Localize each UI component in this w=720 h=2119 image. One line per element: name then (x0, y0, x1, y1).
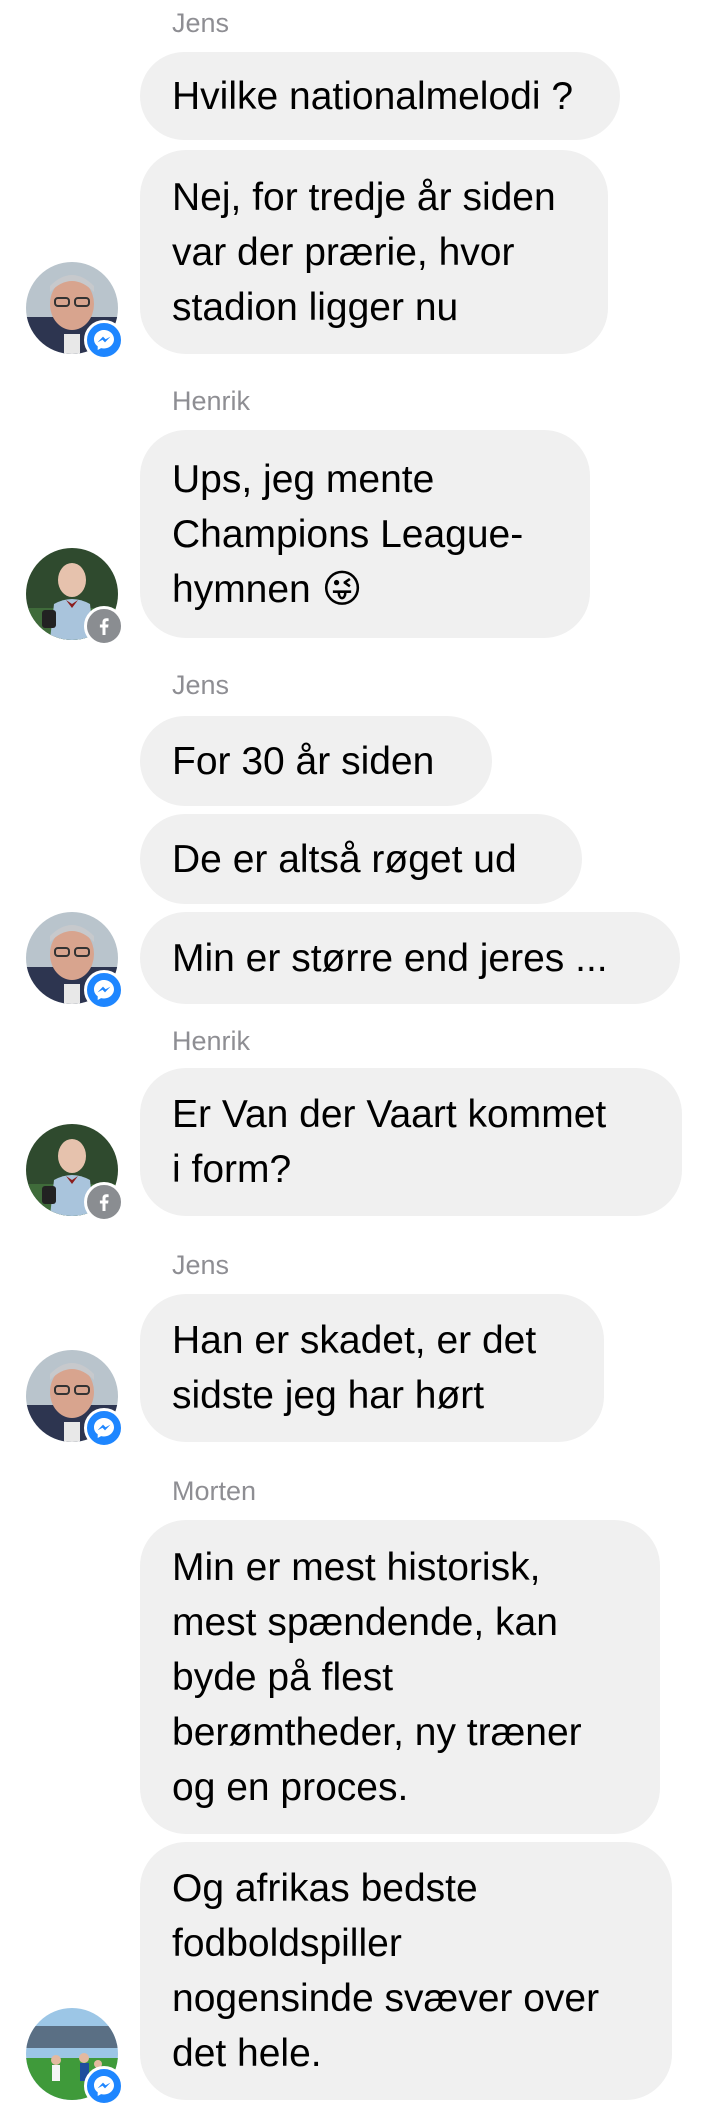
facebook-icon (84, 1182, 124, 1222)
messenger-icon (84, 1408, 124, 1448)
sender-name-morten: Morten (172, 1476, 257, 1506)
avatar-jens[interactable] (26, 912, 124, 1010)
message-bubble[interactable]: Nej, for tredje år siden var der prærie,… (140, 150, 608, 354)
message-bubble[interactable]: For 30 år siden (140, 716, 492, 806)
facebook-icon (84, 606, 124, 646)
sender-name-jens: Jens (172, 8, 230, 38)
message-bubble[interactable]: Min er mest historisk, mest spændende, k… (140, 1520, 660, 1834)
avatar-jens[interactable] (26, 1350, 124, 1448)
message-bubble[interactable]: Er Van der Vaart kommet i form? (140, 1068, 682, 1216)
sender-name-henrik: Henrik (172, 1026, 251, 1056)
message-bubble[interactable]: Han er skadet, er det sidste jeg har hør… (140, 1294, 604, 1442)
message-bubble[interactable]: Min er større end jeres ... (140, 912, 680, 1004)
messenger-icon (84, 2066, 124, 2106)
avatar-henrik[interactable] (26, 1124, 124, 1222)
message-bubble[interactable]: De er altså røget ud (140, 814, 582, 904)
avatar-henrik[interactable] (26, 548, 124, 646)
messenger-icon (84, 320, 124, 360)
avatar-morten[interactable] (26, 2008, 124, 2106)
sender-name-jens: Jens (172, 670, 230, 700)
sender-name-henrik: Henrik (172, 386, 251, 416)
message-bubble[interactable]: Og afrikas bedste fodboldspiller nogensi… (140, 1842, 672, 2100)
avatar-jens[interactable] (26, 262, 124, 360)
sender-name-jens: Jens (172, 1250, 230, 1280)
message-bubble[interactable]: Ups, jeg mente Champions League- hymnen … (140, 430, 590, 638)
messenger-icon (84, 970, 124, 1010)
message-bubble[interactable]: Hvilke nationalmelodi ? (140, 52, 620, 140)
